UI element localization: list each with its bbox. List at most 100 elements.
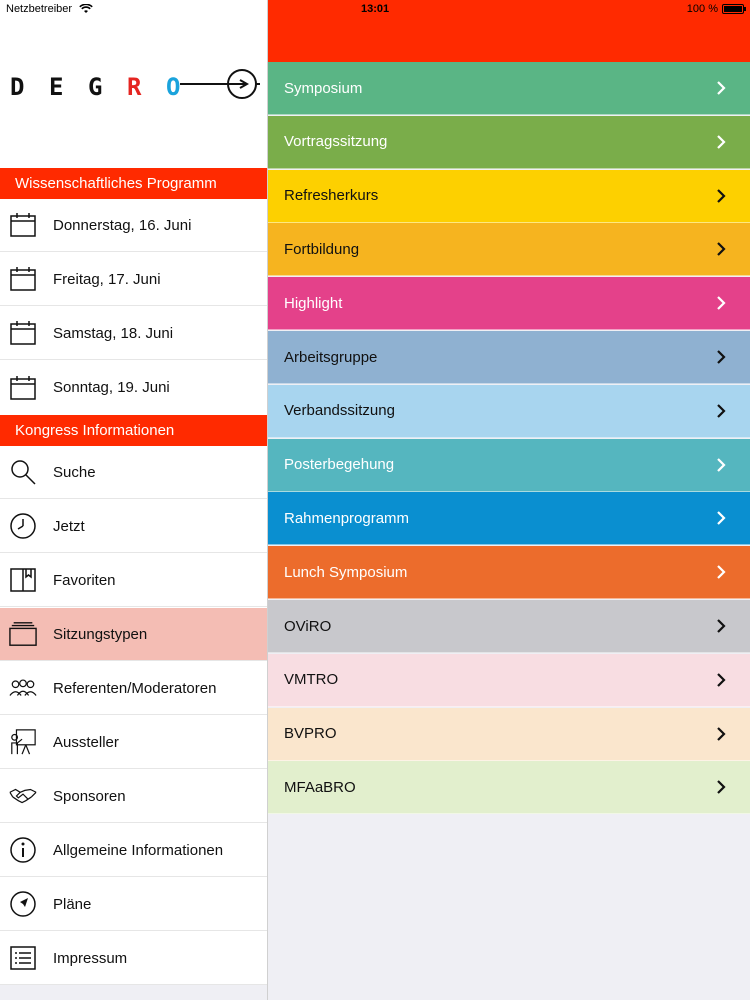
session-type-label: MFAaBRO (284, 778, 356, 796)
sidebar-item-label: Sponsoren (53, 787, 126, 805)
sidebar-item-aussteller[interactable]: Aussteller (0, 716, 268, 769)
chevron-right-icon (706, 564, 736, 580)
clock-icon (9, 512, 37, 540)
clock-time: 13:01 (361, 3, 390, 15)
session-type-row[interactable]: Refresherkurs (268, 169, 750, 223)
session-type-label: Symposium (284, 79, 363, 97)
session-type-row[interactable]: Highlight (268, 277, 750, 331)
sidebar-item-jetzt[interactable]: Jetzt (0, 500, 268, 553)
sidebar-item-sitzungstypen[interactable]: Sitzungstypen (0, 608, 268, 661)
sidebar-item-sonntag[interactable]: Sonntag, 19. Juni (0, 361, 268, 414)
sidebar-item-referenten[interactable]: Referenten/Moderatoren (0, 662, 268, 715)
sidebar-item-label: Sonntag, 19. Juni (53, 379, 170, 396)
chevron-right-icon (706, 618, 736, 634)
sidebar-item-samstag[interactable]: Samstag, 18. Juni (0, 307, 268, 360)
calendar-icon (9, 374, 37, 402)
session-type-row[interactable]: Fortbildung (268, 223, 750, 277)
sidebar-item-label: Freitag, 17. Juni (53, 270, 161, 288)
degro-logo: DEGRO (0, 20, 268, 168)
sidebar-item-label: Favoriten (53, 571, 116, 589)
session-type-label: Fortbildung (284, 240, 360, 258)
logo-letter: G (88, 73, 103, 101)
sidebar-item-favoriten[interactable]: Favoriten (0, 554, 268, 607)
session-type-row[interactable]: Posterbegehung (268, 438, 750, 492)
carrier-label: Netzbetreiber (6, 3, 93, 15)
sidebar-footer (0, 985, 268, 1000)
wifi-icon (79, 4, 93, 14)
sidebar-item-label: Referenten/Moderatoren (53, 679, 217, 697)
sidebar-item-label: Suche (53, 463, 96, 481)
sidebar-item-label: Samstag, 18. Juni (53, 324, 174, 342)
sidebar-item-impressum[interactable]: Impressum (0, 932, 268, 985)
logo-letters: DEGRO (10, 73, 205, 101)
chevron-right-icon (706, 80, 736, 96)
battery-percent: 100 % (686, 3, 718, 15)
navigation-icon (9, 890, 37, 918)
session-type-label: Posterbegehung (284, 456, 395, 474)
session-type-label: Rahmenprogramm (284, 509, 410, 527)
battery-indicator: 100 % (686, 3, 746, 15)
chevron-right-icon (706, 241, 736, 257)
session-type-label: Vortragssitzung (284, 133, 388, 151)
session-type-label: Verbandssitzung (284, 402, 395, 420)
section-header-kongress: Kongress Informationen (0, 415, 268, 446)
sidebar-item-allgemeine-informationen[interactable]: Allgemeine Informationen (0, 824, 268, 877)
section-header-programm: Wissenschaftliches Programm (0, 168, 268, 199)
bookmark-icon (9, 566, 37, 594)
session-type-row[interactable]: Verbandssitzung (268, 384, 750, 438)
layers-icon (9, 620, 37, 648)
session-type-row[interactable]: VMTRO (268, 653, 750, 707)
session-type-row[interactable]: Rahmenprogramm (268, 492, 750, 546)
list-icon (9, 944, 37, 972)
chevron-right-icon (706, 457, 736, 473)
session-type-row[interactable]: MFAaBRO (268, 761, 750, 815)
sidebar-item-label: Allgemeine Informationen (53, 841, 224, 859)
chevron-right-icon (706, 403, 736, 419)
chevron-right-icon (706, 672, 736, 688)
session-type-label: OViRO (284, 617, 332, 635)
battery-icon (722, 4, 746, 14)
chevron-right-icon (706, 295, 736, 311)
logo-letter: D (10, 73, 25, 101)
sidebar-item-label: Aussteller (53, 733, 119, 751)
sidebar-item-donnerstag[interactable]: Donnerstag, 16. Juni (0, 199, 268, 252)
chevron-right-icon (706, 188, 736, 204)
logo-letter: R (127, 73, 142, 101)
handshake-icon (9, 782, 37, 810)
sidebar-item-label: Pläne (53, 895, 92, 913)
presenter-icon (9, 728, 37, 756)
calendar-icon (9, 211, 37, 239)
sidebar-item-sponsoren[interactable]: Sponsoren (0, 770, 268, 823)
chevron-right-icon (706, 134, 736, 150)
session-type-label: Highlight (284, 294, 343, 312)
info-icon (9, 836, 37, 864)
session-type-label: Arbeitsgruppe (284, 348, 378, 366)
session-type-label: Refresherkurs (284, 187, 379, 205)
sidebar: DEGRO Wissenschaftliches Programm Donner… (0, 0, 268, 1000)
session-type-label: BVPRO (284, 725, 337, 743)
session-type-label: Lunch Symposium (284, 563, 408, 581)
session-type-row[interactable]: Symposium (268, 62, 750, 115)
chevron-right-icon (706, 726, 736, 742)
session-type-row[interactable]: Arbeitsgruppe (268, 331, 750, 384)
sidebar-item-label: Jetzt (53, 517, 85, 535)
chevron-right-icon (706, 779, 736, 795)
status-bar: Netzbetreiber 13:01 100 % (0, 0, 750, 20)
sidebar-item-label: Donnerstag, 16. Juni (53, 216, 192, 234)
logo-target-icon (180, 69, 260, 99)
logo-letter: E (49, 73, 64, 101)
session-type-row[interactable]: Lunch Symposium (268, 546, 750, 600)
session-type-row[interactable]: Vortragssitzung (268, 115, 750, 169)
sidebar-item-label: Impressum (53, 949, 128, 967)
chevron-right-icon (706, 349, 736, 365)
sidebar-item-suche[interactable]: Suche (0, 446, 268, 499)
search-icon (9, 458, 37, 486)
session-type-row[interactable]: BVPRO (268, 707, 750, 761)
sidebar-item-plaene[interactable]: Pläne (0, 878, 268, 931)
sidebar-item-label: Sitzungstypen (53, 625, 148, 643)
calendar-icon (9, 319, 37, 347)
sidebar-item-freitag[interactable]: Freitag, 17. Juni (0, 253, 268, 306)
session-type-row[interactable]: OViRO (268, 600, 750, 653)
chevron-right-icon (706, 510, 736, 526)
people-icon (9, 674, 37, 702)
